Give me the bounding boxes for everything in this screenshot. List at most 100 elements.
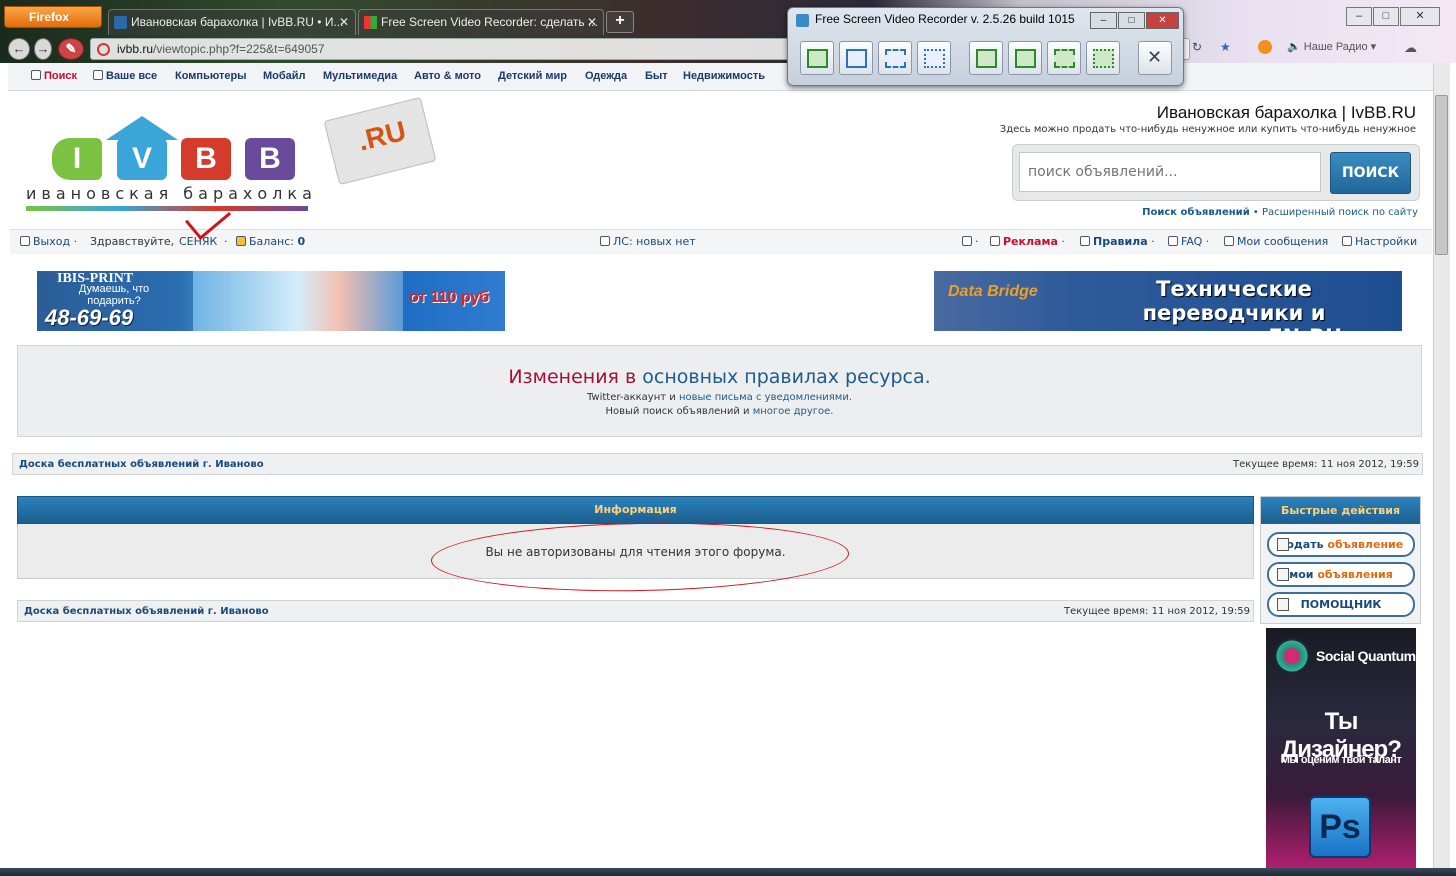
breadcrumb: Доска бесплатных объявлений г. Иваново Т… — [12, 453, 1423, 475]
search-input[interactable] — [1019, 152, 1321, 192]
rules-link[interactable]: Правила · — [1080, 235, 1155, 248]
my-messages-link[interactable]: Мои сообщения — [1224, 235, 1328, 248]
nav-item-multimedia[interactable]: Мультимедиа — [323, 70, 397, 82]
search-button[interactable]: ПОИСК — [1330, 152, 1411, 194]
search-ads-link[interactable]: Поиск объявлений — [1142, 207, 1250, 218]
logo-letter: B — [181, 138, 231, 180]
recorder-window: Free Screen Video Recorder v. 2.5.26 bui… — [787, 7, 1184, 86]
btn-label-accent: объявления — [1317, 568, 1393, 581]
banner-phone: 48-69-69 — [45, 305, 134, 330]
site-identity-icon[interactable] — [97, 43, 110, 56]
recorder-close-button[interactable]: ✕ — [1146, 12, 1179, 29]
nav-item-home[interactable]: Быт — [645, 70, 668, 82]
forward-button[interactable]: → — [34, 38, 52, 60]
line-text: Twitter-аккаунт и — [586, 392, 676, 403]
nav-item-computers[interactable]: Компьютеры — [175, 70, 247, 82]
search-links: Поиск объявлений • Расширенный поиск по … — [1142, 207, 1418, 218]
document-icon — [1277, 568, 1289, 581]
data-bridge-banner[interactable]: Data Bridge Технические переводчики и ре… — [934, 271, 1402, 331]
announcement-box: Изменения в основных правилах ресурса. T… — [17, 345, 1422, 437]
window-capture-button[interactable] — [839, 41, 873, 75]
full-screen-video-button[interactable] — [969, 41, 1003, 75]
btn-label: мои — [1289, 568, 1314, 581]
post-ad-button[interactable]: подать объявление — [1267, 532, 1415, 557]
breadcrumb-board-link[interactable]: Доска бесплатных объявлений г. Иваново — [24, 606, 269, 617]
social-quantum-ad[interactable]: Social Quantum Ты Дизайнер? Мы оценим тв… — [1266, 628, 1416, 868]
close-tab-icon[interactable]: ✕ — [339, 15, 349, 29]
line-text: Новый поиск объявлений и — [605, 406, 750, 417]
close-window-button[interactable]: ✕ — [1400, 7, 1440, 26]
breadcrumb-board-link[interactable]: Доска бесплатных объявлений г. Иваново — [19, 459, 264, 470]
line-link[interactable]: новые письма с уведомлениями. — [679, 392, 852, 403]
new-tab-button[interactable]: + — [606, 11, 634, 33]
ivbb-favicon-icon — [114, 16, 127, 29]
logout-label: Выход — [33, 235, 71, 248]
radio-play-icon[interactable] — [1258, 40, 1272, 54]
my-ads-button[interactable]: мои объявления — [1267, 562, 1415, 587]
tab-recorder[interactable]: Free Screen Video Recorder: сделать ... … — [358, 9, 604, 35]
advanced-search-link[interactable]: Расширенный поиск по сайту — [1262, 207, 1418, 218]
document-icon — [1277, 538, 1289, 551]
recorder-app-icon — [796, 14, 809, 27]
reload-icon[interactable]: ↻ — [1192, 40, 1202, 54]
close-tab-icon[interactable]: ✕ — [587, 15, 597, 29]
ads-label: Реклама — [1003, 235, 1058, 248]
nav-item-clothes[interactable]: Одежда — [585, 70, 627, 82]
freehand-video-button[interactable] — [1086, 41, 1120, 75]
print-icon[interactable]: · — [962, 235, 979, 248]
nav-item-mobile[interactable]: Мобайл — [263, 70, 306, 82]
line-link[interactable]: многое другое. — [753, 406, 834, 417]
faq-link[interactable]: FAQ · — [1168, 235, 1209, 248]
nav-item-all[interactable]: Ваше все — [93, 70, 157, 82]
logo-roof — [106, 116, 178, 140]
my-messages-label: Мои сообщения — [1237, 235, 1329, 248]
search-icon — [31, 70, 41, 80]
region-capture-button[interactable] — [878, 41, 912, 75]
recorder-minimize-button[interactable]: – — [1090, 12, 1117, 29]
nav-item-search[interactable]: Поиск — [31, 70, 77, 82]
back-button[interactable]: ← — [8, 38, 30, 60]
minimize-window-button[interactable]: – — [1346, 7, 1372, 26]
banner-brand: Data Bridge — [948, 283, 1038, 300]
ads-link[interactable]: Реклама · — [990, 235, 1065, 248]
tab-ivbb[interactable]: Ивановская барахолка | IvBB.RU • И... ✕ — [108, 9, 356, 35]
announcement-title[interactable]: Изменения в основных правилах ресурса. — [18, 366, 1421, 388]
social-quantum-logo-icon — [1274, 638, 1310, 674]
announcement-line: Twitter-аккаунт и новые письма с уведомл… — [18, 392, 1421, 403]
photoshop-icon: Ps — [1309, 796, 1371, 858]
options-tools-icon[interactable]: ✕ — [1138, 41, 1172, 75]
ibis-print-banner[interactable]: IBIS-PRINT Думаешь, что подарить? 48-69-… — [37, 271, 505, 331]
radio-label[interactable]: 🔈 Наше Радио ▾ — [1287, 40, 1376, 53]
radio-station: Наше Радио — [1303, 41, 1368, 53]
envelope-icon — [600, 236, 610, 246]
bookmarks-icon[interactable]: ★ — [1220, 40, 1231, 54]
balance-link[interactable]: Баланс: 0 — [236, 235, 305, 248]
full-screen-capture-button[interactable] — [800, 41, 834, 75]
current-time: Текущее время: 11 ноя 2012, 19:59 — [1063, 606, 1250, 617]
nav-item-auto[interactable]: Авто & мото — [414, 70, 481, 82]
maximize-window-button[interactable]: □ — [1373, 7, 1399, 26]
firefox-menu-button[interactable]: Firefox — [4, 6, 102, 28]
os-taskbar — [0, 868, 1456, 876]
tab-title: Ивановская барахолка | IvBB.RU • И... — [131, 15, 344, 29]
quick-actions-heading: Быстрые действия — [1261, 497, 1420, 524]
recorder-maximize-button[interactable]: □ — [1118, 12, 1145, 29]
logo-letter: V — [117, 138, 167, 180]
scrollbar-thumb[interactable] — [1435, 95, 1448, 255]
nav-item-realty[interactable]: Недвижимость — [683, 70, 765, 82]
addon-icon[interactable]: ✎ — [58, 38, 84, 60]
pm-link[interactable]: ЛС: новых нет — [600, 235, 696, 248]
weather-icon[interactable]: ☁ — [1404, 40, 1417, 56]
logout-link[interactable]: Выход · — [20, 235, 77, 248]
info-heading: Информация — [17, 496, 1254, 524]
coins-icon — [236, 236, 246, 246]
settings-link[interactable]: Настройки — [1342, 235, 1417, 248]
region-video-button[interactable] — [1047, 41, 1081, 75]
helper-button[interactable]: ПОМОЩНИК — [1267, 592, 1415, 617]
freehand-capture-button[interactable] — [917, 41, 951, 75]
window-video-button[interactable] — [1008, 41, 1042, 75]
breadcrumb-bottom: Доска бесплатных объявлений г. Иваново Т… — [17, 600, 1254, 622]
nav-item-kids[interactable]: Детский мир — [498, 70, 567, 82]
faq-label: FAQ — [1181, 235, 1203, 248]
banner-question: Думаешь, что подарить? — [78, 283, 150, 307]
